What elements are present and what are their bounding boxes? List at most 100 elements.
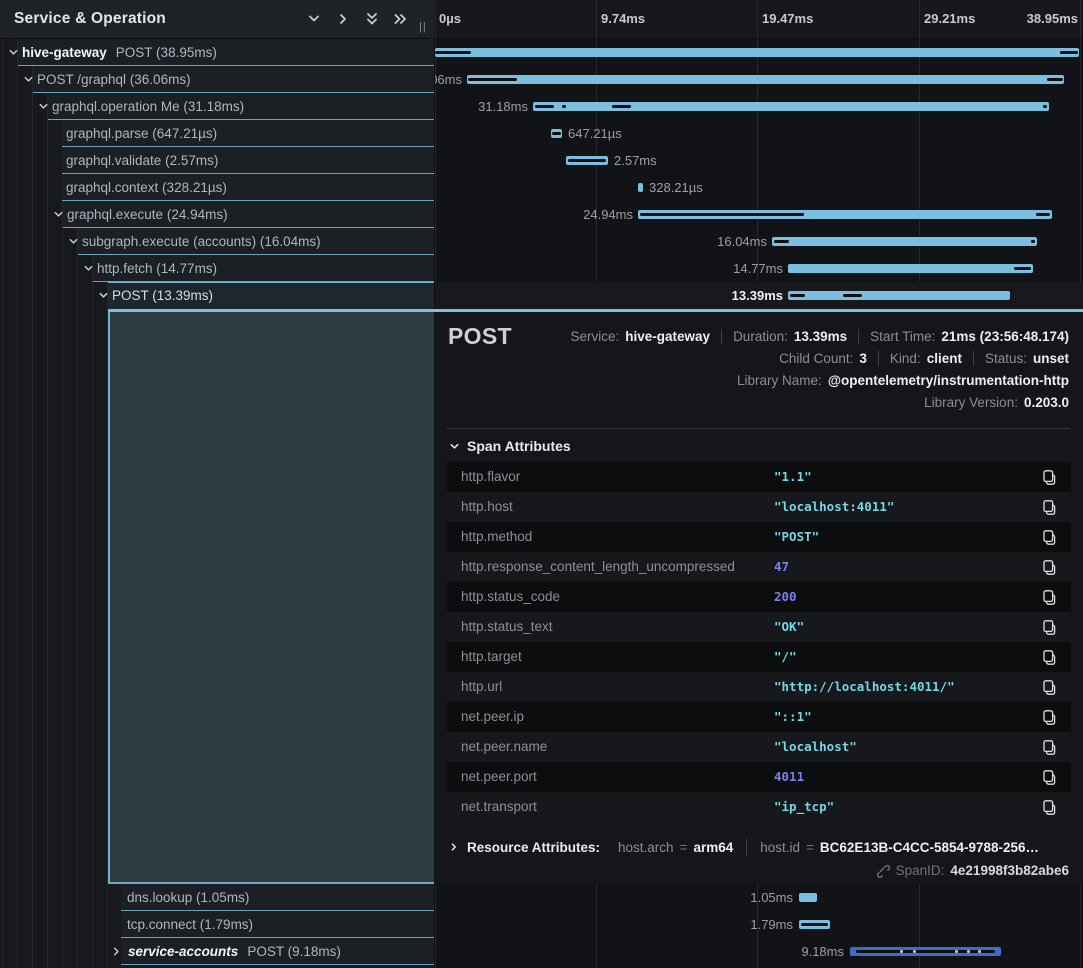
attribute-key: http.response_content_length_uncompresse… bbox=[461, 552, 735, 582]
link-icon[interactable] bbox=[876, 864, 890, 878]
copy-icon[interactable] bbox=[1041, 678, 1059, 696]
span-bar[interactable] bbox=[638, 210, 1052, 219]
tree-row-graphql-execute[interactable]: graphql.execute (24.94ms) bbox=[0, 201, 434, 228]
attribute-value: 4011 bbox=[774, 762, 804, 792]
copy-icon[interactable] bbox=[1041, 468, 1059, 486]
copy-icon[interactable] bbox=[1041, 558, 1059, 576]
span-bar[interactable] bbox=[799, 893, 817, 902]
span-bar[interactable] bbox=[533, 102, 1049, 111]
copy-icon[interactable] bbox=[1041, 708, 1059, 726]
span-bar[interactable] bbox=[799, 920, 830, 929]
span-bar[interactable] bbox=[788, 291, 1010, 300]
kind-label: Kind: bbox=[890, 351, 921, 366]
span-detail-panel: POST Service:hive-gateway Duration:13.39… bbox=[434, 309, 1083, 884]
service-label: Service: bbox=[570, 329, 619, 344]
attribute-key: net.peer.port bbox=[461, 762, 537, 792]
resource-value: BC62E13B-C4CC-5854-9788-256… bbox=[820, 840, 1039, 855]
ruler-tick: 0µs bbox=[439, 0, 461, 38]
divider bbox=[447, 428, 1070, 429]
tree-row-tcp-connect[interactable]: tcp.connect (1.79ms) bbox=[0, 911, 434, 938]
chevron-right-icon[interactable] bbox=[111, 946, 122, 957]
copy-icon[interactable] bbox=[1041, 498, 1059, 516]
copy-icon[interactable] bbox=[1041, 798, 1059, 816]
kind-value: client bbox=[927, 351, 962, 366]
duration-value: 13.39ms bbox=[794, 329, 847, 344]
span-id-label: SpanID: bbox=[896, 863, 945, 878]
chevron-down-icon[interactable] bbox=[38, 101, 49, 112]
collapse-one-icon[interactable] bbox=[306, 11, 322, 27]
tree-row-graphql-context[interactable]: graphql.context (328.21µs) bbox=[0, 174, 434, 201]
copy-icon[interactable] bbox=[1041, 528, 1059, 546]
status-label: Status: bbox=[985, 351, 1027, 366]
attribute-value: "POST" bbox=[774, 522, 819, 552]
span-duration-label: 14.77ms bbox=[733, 255, 783, 282]
attribute-value: "http://localhost:4011/" bbox=[774, 672, 955, 702]
span-duration-label: 24.94ms bbox=[583, 201, 633, 228]
service-name: hive-gateway bbox=[22, 45, 107, 60]
tree-row-subgraph-execute[interactable]: subgraph.execute (accounts) (16.04ms) bbox=[0, 228, 434, 255]
span-bar[interactable] bbox=[772, 237, 1037, 246]
timeline-row: 14.77ms bbox=[435, 255, 1083, 282]
attribute-key: net.peer.name bbox=[461, 732, 547, 762]
tree-row-hive-gateway-post[interactable]: hive-gatewayPOST (38.95ms) bbox=[0, 39, 434, 66]
copy-icon[interactable] bbox=[1041, 738, 1059, 756]
tree-row-graphql-parse[interactable]: graphql.parse (647.21µs) bbox=[0, 120, 434, 147]
span-bar[interactable] bbox=[551, 129, 562, 138]
span-id-value: 4e21998f3b82abe6 bbox=[950, 863, 1069, 878]
expand-one-icon[interactable] bbox=[335, 11, 351, 27]
tree-row-graphql-validate[interactable]: graphql.validate (2.57ms) bbox=[0, 147, 434, 174]
span-duration-label: 647.21µs bbox=[568, 120, 622, 147]
expand-all-icon[interactable] bbox=[392, 11, 408, 27]
operation-name: subgraph.execute (accounts) (16.04ms) bbox=[82, 228, 321, 255]
span-bar[interactable] bbox=[638, 183, 643, 192]
service-name: service-accounts bbox=[128, 944, 238, 959]
timeline-row: 328.21µs bbox=[435, 174, 1083, 201]
chevron-down-icon[interactable] bbox=[83, 263, 94, 274]
span-bar[interactable] bbox=[788, 264, 1033, 273]
ruler-tick: 38.95ms bbox=[1027, 0, 1078, 38]
status-value: unset bbox=[1033, 351, 1069, 366]
span-bar[interactable] bbox=[566, 156, 608, 165]
span-duration-label: 13.39ms bbox=[732, 282, 783, 309]
attribute-row: http.response_content_length_uncompresse… bbox=[447, 552, 1071, 582]
attribute-value: "::1" bbox=[774, 702, 812, 732]
span-bar[interactable] bbox=[435, 48, 1079, 57]
copy-icon[interactable] bbox=[1041, 768, 1059, 786]
chevron-down-icon[interactable] bbox=[68, 236, 79, 247]
timeline-row: 2.57ms bbox=[435, 147, 1083, 174]
span-bar[interactable] bbox=[850, 947, 1001, 956]
operation-name: graphql.validate (2.57ms) bbox=[66, 147, 218, 174]
attribute-key: http.host bbox=[461, 492, 513, 522]
attribute-key: http.flavor bbox=[461, 462, 520, 492]
attribute-value: 47 bbox=[774, 552, 789, 582]
span-attributes-toggle[interactable]: Span Attributes bbox=[449, 438, 571, 454]
attribute-row: http.flavor "1.1" bbox=[447, 462, 1071, 492]
chevron-down-icon[interactable] bbox=[8, 47, 19, 58]
resource-key: host.id bbox=[760, 840, 800, 855]
collapse-all-icon[interactable] bbox=[364, 11, 380, 27]
chevron-down-icon[interactable] bbox=[53, 209, 64, 220]
copy-icon[interactable] bbox=[1041, 648, 1059, 666]
span-duration-label: 31.18ms bbox=[478, 93, 528, 120]
copy-icon[interactable] bbox=[1041, 588, 1059, 606]
chevron-down-icon[interactable] bbox=[23, 74, 34, 85]
tree-row-graphql-operation[interactable]: graphql.operation Me (31.18ms) bbox=[0, 93, 434, 120]
resource-attributes-row[interactable]: Resource Attributes: host.arch = arm64 h… bbox=[449, 835, 1070, 859]
tree-row-dns-lookup[interactable]: dns.lookup (1.05ms) bbox=[0, 884, 434, 911]
attribute-value: 200 bbox=[774, 582, 797, 612]
attribute-row: http.status_text "OK" bbox=[447, 612, 1071, 642]
timeline-ruler bbox=[434, 0, 1083, 39]
tree-row-post-graphql[interactable]: POST /graphql (36.06ms) bbox=[0, 66, 434, 93]
timeline-row: 1.79ms bbox=[435, 911, 1083, 938]
span-duration-label: 9.18ms bbox=[801, 938, 844, 965]
timeline-rows: 38.95ms 36.06ms 31.18ms bbox=[435, 39, 1083, 310]
tree-row-post-selected[interactable]: POST (13.39ms) bbox=[0, 282, 434, 309]
span-bar[interactable] bbox=[467, 75, 1064, 84]
tree-header-title: Service & Operation bbox=[14, 0, 166, 38]
tree-row-service-accounts-post[interactable]: service-accountsPOST (9.18ms) bbox=[0, 938, 434, 965]
operation-name: graphql.context (328.21µs) bbox=[66, 174, 227, 201]
panel-resize-grip[interactable]: || bbox=[419, 21, 427, 33]
chevron-down-icon[interactable] bbox=[98, 290, 109, 301]
copy-icon[interactable] bbox=[1041, 618, 1059, 636]
tree-row-http-fetch[interactable]: http.fetch (14.77ms) bbox=[0, 255, 434, 282]
